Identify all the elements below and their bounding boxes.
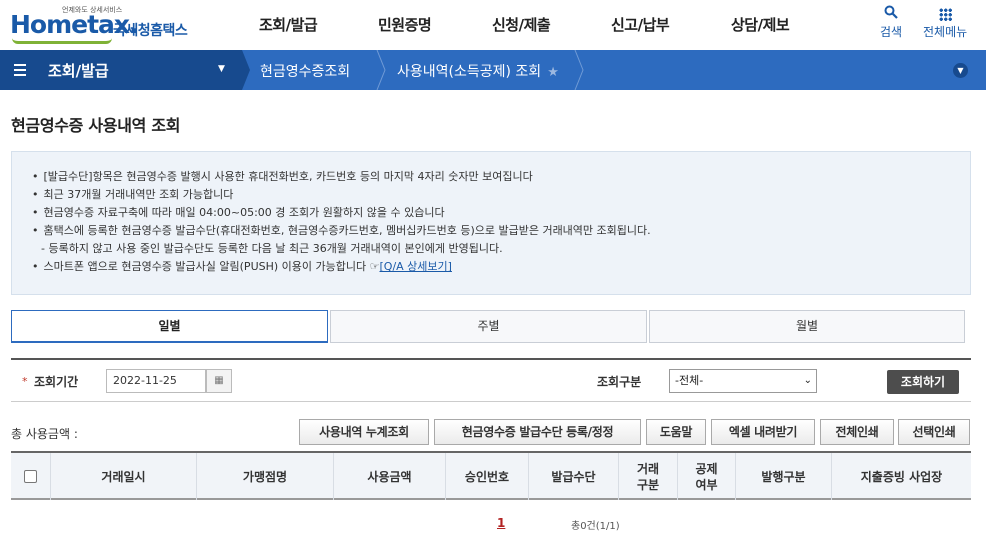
help-button[interactable]: 도움말 — [646, 419, 706, 445]
col-merchant: 가맹점명 — [197, 453, 334, 500]
gnb-item-certificate[interactable]: 민원증명 — [378, 14, 432, 35]
period-label: 조회기간 — [34, 375, 79, 389]
gnb-item-inquiry[interactable]: 조회/발급 — [259, 14, 318, 35]
page-number-current[interactable]: 1 — [497, 516, 505, 530]
tab-weekly[interactable]: 주별 — [330, 310, 647, 343]
col-datetime: 거래일시 — [51, 453, 197, 500]
col-trade-type: 거래 구분 — [619, 453, 678, 500]
col-amount: 사용금액 — [334, 453, 446, 500]
chevron-down-icon: ⌄ — [803, 375, 812, 386]
search-icon — [880, 5, 902, 23]
col-issue-type: 발행구분 — [736, 453, 832, 500]
col-approval-no: 승인번호 — [446, 453, 529, 500]
notice-box: [발급수단]항목은 현금영수증 발행시 사용한 휴대전화번호, 카드번호 등의 … — [11, 151, 971, 295]
breadcrumb-arrow-icon-2 — [574, 50, 584, 90]
breadcrumb-arrow-icon — [376, 50, 386, 90]
type-select-value: -전체- — [675, 374, 704, 387]
search-panel: * 조회기간 2022-11-25 ▦ 조회구분 -전체- ⌄ 조회하기 — [11, 358, 971, 402]
breadcrumb-cash-receipt[interactable]: 현금영수증조회 — [260, 61, 350, 81]
register-method-button[interactable]: 현금영수증 발급수단 등록/정정 — [434, 419, 641, 445]
total-count: 총0건(1/1) — [571, 521, 620, 532]
col-deduction: 공제 여부 — [678, 453, 736, 500]
calendar-icon[interactable]: ▦ — [206, 369, 232, 393]
period-tabs: 일별 주별 월별 — [11, 310, 965, 343]
link-icon: ☞ — [369, 260, 380, 273]
tab-monthly[interactable]: 월별 — [649, 310, 965, 343]
notice-subitem: - 등록하지 않고 사용 중인 발급수단도 등록한 다음 날 최근 36개월 거… — [41, 242, 503, 255]
breadcrumb-usage-history[interactable]: 사용내역(소득공제) 조회 ★ — [397, 61, 559, 81]
tab-daily[interactable]: 일별 — [11, 310, 328, 343]
type-label: 조회구분 — [597, 375, 642, 389]
excel-download-button[interactable]: 엑셀 내려받기 — [711, 419, 815, 445]
all-menu-button[interactable]: 전체메뉴 — [923, 5, 967, 40]
col-business: 지출증빙 사업장 — [860, 469, 943, 484]
grid-menu-icon — [923, 5, 967, 23]
search-label: 검색 — [880, 25, 903, 39]
col-method: 발급수단 — [529, 453, 619, 500]
notice-item: 홈택스에 등록한 현금영수증 발급수단(휴대전화번호, 현금영수증카드번호, 멤… — [32, 222, 651, 240]
qa-detail-link[interactable]: [Q/A 상세보기] — [380, 260, 452, 273]
all-menu-label: 전체메뉴 — [923, 25, 968, 39]
notice-item: 최근 37개월 거래내역만 조회 가능합니다 — [32, 186, 651, 204]
table-header: 거래일시 가맹점명 사용금액 승인번호 발급수단 거래 구분 공제 여부 발행구… — [11, 451, 971, 500]
hometax-logo[interactable]: 언제와도 상세서비스 Hometax. 국세청홈택스 — [10, 4, 200, 46]
gnb-item-application[interactable]: 신청/제출 — [492, 14, 551, 35]
section-label: 조회/발급 — [48, 62, 109, 80]
type-select[interactable]: -전체- ⌄ — [669, 369, 817, 393]
notice-push-text: 스마트폰 앱으로 현금영수증 발급사실 알림(PUSH) 이용이 가능합니다 — [43, 260, 367, 273]
section-dropdown[interactable]: 조회/발급 ▼ — [0, 50, 242, 90]
breadcrumb-usage-label: 사용내역(소득공제) 조회 — [397, 64, 542, 80]
hamburger-icon — [14, 64, 26, 76]
select-all-checkbox[interactable] — [24, 470, 37, 483]
print-selected-button[interactable]: 선택인쇄 — [898, 419, 970, 445]
chevron-down-icon[interactable]: ▼ — [953, 63, 968, 78]
cumulative-query-button[interactable]: 사용내역 누계조회 — [299, 419, 429, 445]
gnb-item-report[interactable]: 신고/납부 — [611, 14, 670, 35]
breadcrumb-separator — [242, 50, 250, 90]
query-button[interactable]: 조회하기 — [887, 370, 959, 394]
required-mark: * — [22, 375, 28, 388]
caret-down-icon: ▼ — [218, 64, 225, 74]
logo-swoosh — [12, 38, 112, 44]
logo-brand-ko: 국세청홈택스 — [113, 23, 188, 39]
total-amount-label: 총 사용금액 : — [11, 427, 78, 441]
site-header: 언제와도 상세서비스 Hometax. 국세청홈택스 조회/발급 민원증명 신청… — [0, 0, 986, 50]
favorite-star-icon[interactable]: ★ — [547, 65, 559, 80]
page-title: 현금영수증 사용내역 조회 — [11, 116, 181, 135]
notice-item: 현금영수증 자료구축에 따라 매일 04:00~05:00 경 조회가 원활하지… — [32, 204, 651, 222]
location-bar: 조회/발급 ▼ 현금영수증조회 사용내역(소득공제) 조회 ★ ▼ — [0, 50, 986, 90]
date-input[interactable]: 2022-11-25 — [106, 369, 206, 393]
search-button[interactable]: 검색 — [880, 5, 902, 40]
print-all-button[interactable]: 전체인쇄 — [820, 419, 894, 445]
header-checkbox-cell — [11, 453, 51, 500]
notice-item: [발급수단]항목은 현금영수증 발행시 사용한 휴대전화번호, 카드번호 등의 … — [32, 168, 651, 186]
gnb-item-consult[interactable]: 상담/제보 — [731, 14, 790, 35]
notice-item-push: 스마트폰 앱으로 현금영수증 발급사실 알림(PUSH) 이용이 가능합니다 ☞… — [32, 258, 651, 276]
